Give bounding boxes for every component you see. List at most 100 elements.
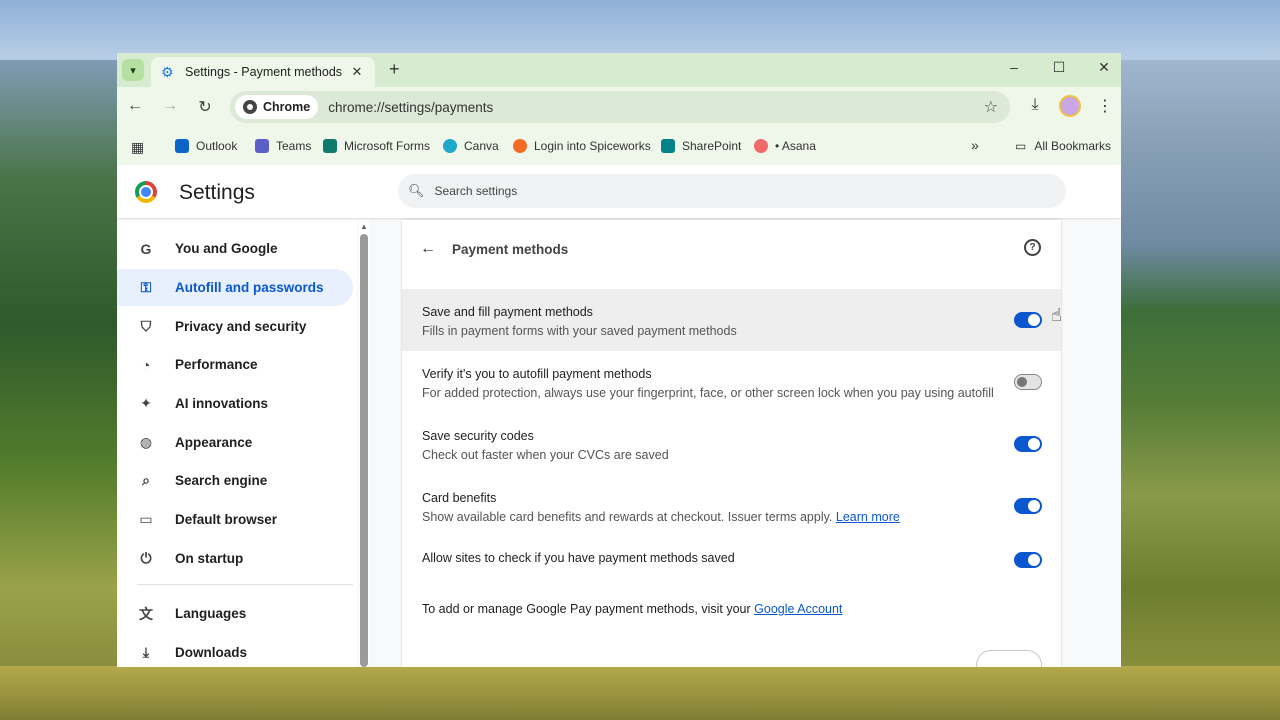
sidebar-item-autofill[interactable]: ⚿ Autofill and passwords xyxy=(117,269,353,306)
sidebar-item-languages[interactable]: 文 Languages xyxy=(117,595,353,632)
setting-title: Save and fill payment methods xyxy=(422,305,593,319)
forward-icon[interactable]: → xyxy=(160,97,180,115)
sidebar-item-privacy[interactable]: ⛉ Privacy and security xyxy=(117,308,353,345)
card-benefits-toggle[interactable] xyxy=(1014,498,1042,514)
sidebar-item-appearance[interactable]: ◍ Appearance xyxy=(117,424,353,461)
add-button[interactable] xyxy=(976,650,1042,667)
speedometer-icon: ◔ xyxy=(141,356,151,373)
setting-row[interactable]: Card benefits Show available card benefi… xyxy=(402,475,1061,537)
sidebar-item-you-and-google[interactable]: G You and Google xyxy=(117,230,353,267)
apps-icon[interactable]: ▦ xyxy=(131,139,144,156)
allow-sites-toggle[interactable] xyxy=(1014,552,1042,568)
setting-row[interactable]: Allow sites to check if you have payment… xyxy=(402,537,1061,592)
sidebar-scrollbar-thumb[interactable] xyxy=(360,234,368,667)
desktop-wallpaper-right xyxy=(1120,60,1280,720)
sidebar-item-ai[interactable]: ✦ AI innovations xyxy=(117,385,353,422)
bookmark-label: Outlook xyxy=(196,139,238,153)
sharepoint-icon xyxy=(661,139,675,153)
setting-row[interactable]: Save and fill payment methods Fills in p… xyxy=(402,289,1061,351)
page-title: Settings xyxy=(179,181,255,204)
sidebar-item-label: Languages xyxy=(175,606,247,621)
teams-icon xyxy=(255,139,269,153)
chrome-logo xyxy=(135,181,157,203)
reload-icon[interactable]: ↻ xyxy=(195,97,215,117)
search-placeholder: Search settings xyxy=(434,184,518,198)
bookmark-outlook[interactable]: Outlook xyxy=(175,139,237,153)
forms-icon xyxy=(323,139,337,153)
setting-title: Save security codes xyxy=(422,429,534,443)
sidebar-item-performance[interactable]: ◔ Performance xyxy=(117,346,353,383)
tab-title: Settings - Payment methods xyxy=(185,65,343,79)
google-account-link[interactable]: Google Account xyxy=(754,602,842,616)
sidebar-item-downloads[interactable]: ⤓ Downloads xyxy=(117,634,353,667)
verify-toggle[interactable] xyxy=(1014,374,1042,390)
mouse-cursor-icon: ☝ xyxy=(1051,305,1062,325)
download-icon[interactable]: ⤓ xyxy=(1024,96,1046,114)
key-icon: ⚿ xyxy=(140,279,152,295)
sidebar-item-label: Default browser xyxy=(175,512,278,527)
bookmark-star-icon[interactable]: ☆ xyxy=(984,97,998,117)
setting-title: Allow sites to check if you have payment… xyxy=(422,551,735,565)
settings-content: G You and Google ⚿ Autofill and passwords … xyxy=(117,220,1121,667)
tab-settings[interactable]: ⚙ Settings - Payment methods ✕ xyxy=(151,57,375,87)
bookmarks-bar: ▦ Outlook Teams Microsoft Forms Canva Lo… xyxy=(117,127,1121,165)
close-window-button[interactable]: ✕ xyxy=(1094,59,1114,76)
sidebar-item-label: Privacy and security xyxy=(175,319,307,334)
back-arrow-icon[interactable]: ← xyxy=(420,240,436,258)
address-bar[interactable]: Chrome chrome://settings/payments ☆ xyxy=(230,91,1010,123)
security-codes-toggle[interactable] xyxy=(1014,436,1042,452)
bookmark-teams[interactable]: Teams xyxy=(255,139,311,153)
palette-icon: ◍ xyxy=(139,434,153,450)
bookmark-asana[interactable]: • Asana xyxy=(754,139,816,153)
manage-row: To add or manage Google Pay payment meth… xyxy=(402,592,1061,632)
sidebar-item-search-engine[interactable]: ⌕ Search engine xyxy=(117,462,353,499)
url-text[interactable]: chrome://settings/payments xyxy=(328,100,983,115)
search-input[interactable]: 🔍︎ Search settings xyxy=(398,174,1066,208)
help-icon[interactable]: ? xyxy=(1024,239,1041,256)
maximize-button[interactable]: ☐ xyxy=(1049,59,1069,76)
desktop-wallpaper-left xyxy=(0,60,118,720)
learn-more-link[interactable]: Learn more xyxy=(836,510,900,524)
more-bookmarks-button[interactable]: » xyxy=(971,137,979,153)
settings-header: Settings 🔍︎ Search settings xyxy=(117,165,1121,219)
menu-icon[interactable]: ⋮ xyxy=(1094,96,1116,116)
save-fill-toggle[interactable] xyxy=(1014,312,1042,328)
gear-icon: ⚙ xyxy=(161,64,174,80)
section-title: Payment methods xyxy=(452,242,569,257)
spiceworks-icon xyxy=(513,139,527,153)
canva-icon xyxy=(443,139,457,153)
sidebar-item-label: Performance xyxy=(175,357,258,372)
setting-row[interactable]: Save security codes Check out faster whe… xyxy=(402,413,1061,475)
site-info-chip[interactable]: Chrome xyxy=(235,95,319,119)
bookmark-canva[interactable]: Canva xyxy=(443,139,499,153)
bookmark-label: SharePoint xyxy=(682,139,742,153)
bookmark-label: • Asana xyxy=(775,139,816,153)
tab-close-button[interactable]: ✕ xyxy=(349,64,365,80)
sidebar-item-default-browser[interactable]: ▭ Default browser xyxy=(117,501,353,538)
new-tab-button[interactable]: + xyxy=(389,59,400,80)
toolbar: ← → ↻ Chrome chrome://settings/payments … xyxy=(117,87,1121,127)
manage-text-line: To add or manage Google Pay payment meth… xyxy=(422,602,842,616)
bookmark-sharepoint[interactable]: SharePoint xyxy=(661,139,741,153)
all-bookmarks-label: All Bookmarks xyxy=(1034,139,1112,153)
setting-title: Verify it's you to autofill payment meth… xyxy=(422,367,652,381)
sidebar-item-label: Downloads xyxy=(175,645,248,660)
tab-search-button[interactable]: ▾ xyxy=(122,59,144,81)
sidebar-divider xyxy=(137,584,353,585)
setting-title: Card benefits xyxy=(422,491,497,505)
scroll-up-arrow-icon[interactable]: ▲ xyxy=(360,222,368,231)
sidebar-item-on-startup[interactable]: ⏻ On startup xyxy=(117,540,353,577)
translate-icon: 文 xyxy=(139,605,153,622)
setting-row[interactable]: Verify it's you to autofill payment meth… xyxy=(402,351,1061,413)
profile-avatar[interactable] xyxy=(1059,95,1081,117)
back-icon[interactable]: ← xyxy=(125,97,145,115)
sidebar-item-label: Autofill and passwords xyxy=(175,280,324,295)
browser-icon: ▭ xyxy=(139,511,153,527)
payment-methods-panel: ← Payment methods ? Save and fill paymen… xyxy=(402,220,1062,667)
all-bookmarks-button[interactable]: ▭ All Bookmarks xyxy=(1015,139,1111,153)
sidebar: G You and Google ⚿ Autofill and passwords … xyxy=(117,220,357,667)
sidebar-item-label: You and Google xyxy=(175,241,278,256)
minimize-button[interactable]: – xyxy=(1004,59,1024,75)
bookmark-forms[interactable]: Microsoft Forms xyxy=(323,139,430,153)
bookmark-spiceworks[interactable]: Login into Spiceworks xyxy=(513,139,651,153)
